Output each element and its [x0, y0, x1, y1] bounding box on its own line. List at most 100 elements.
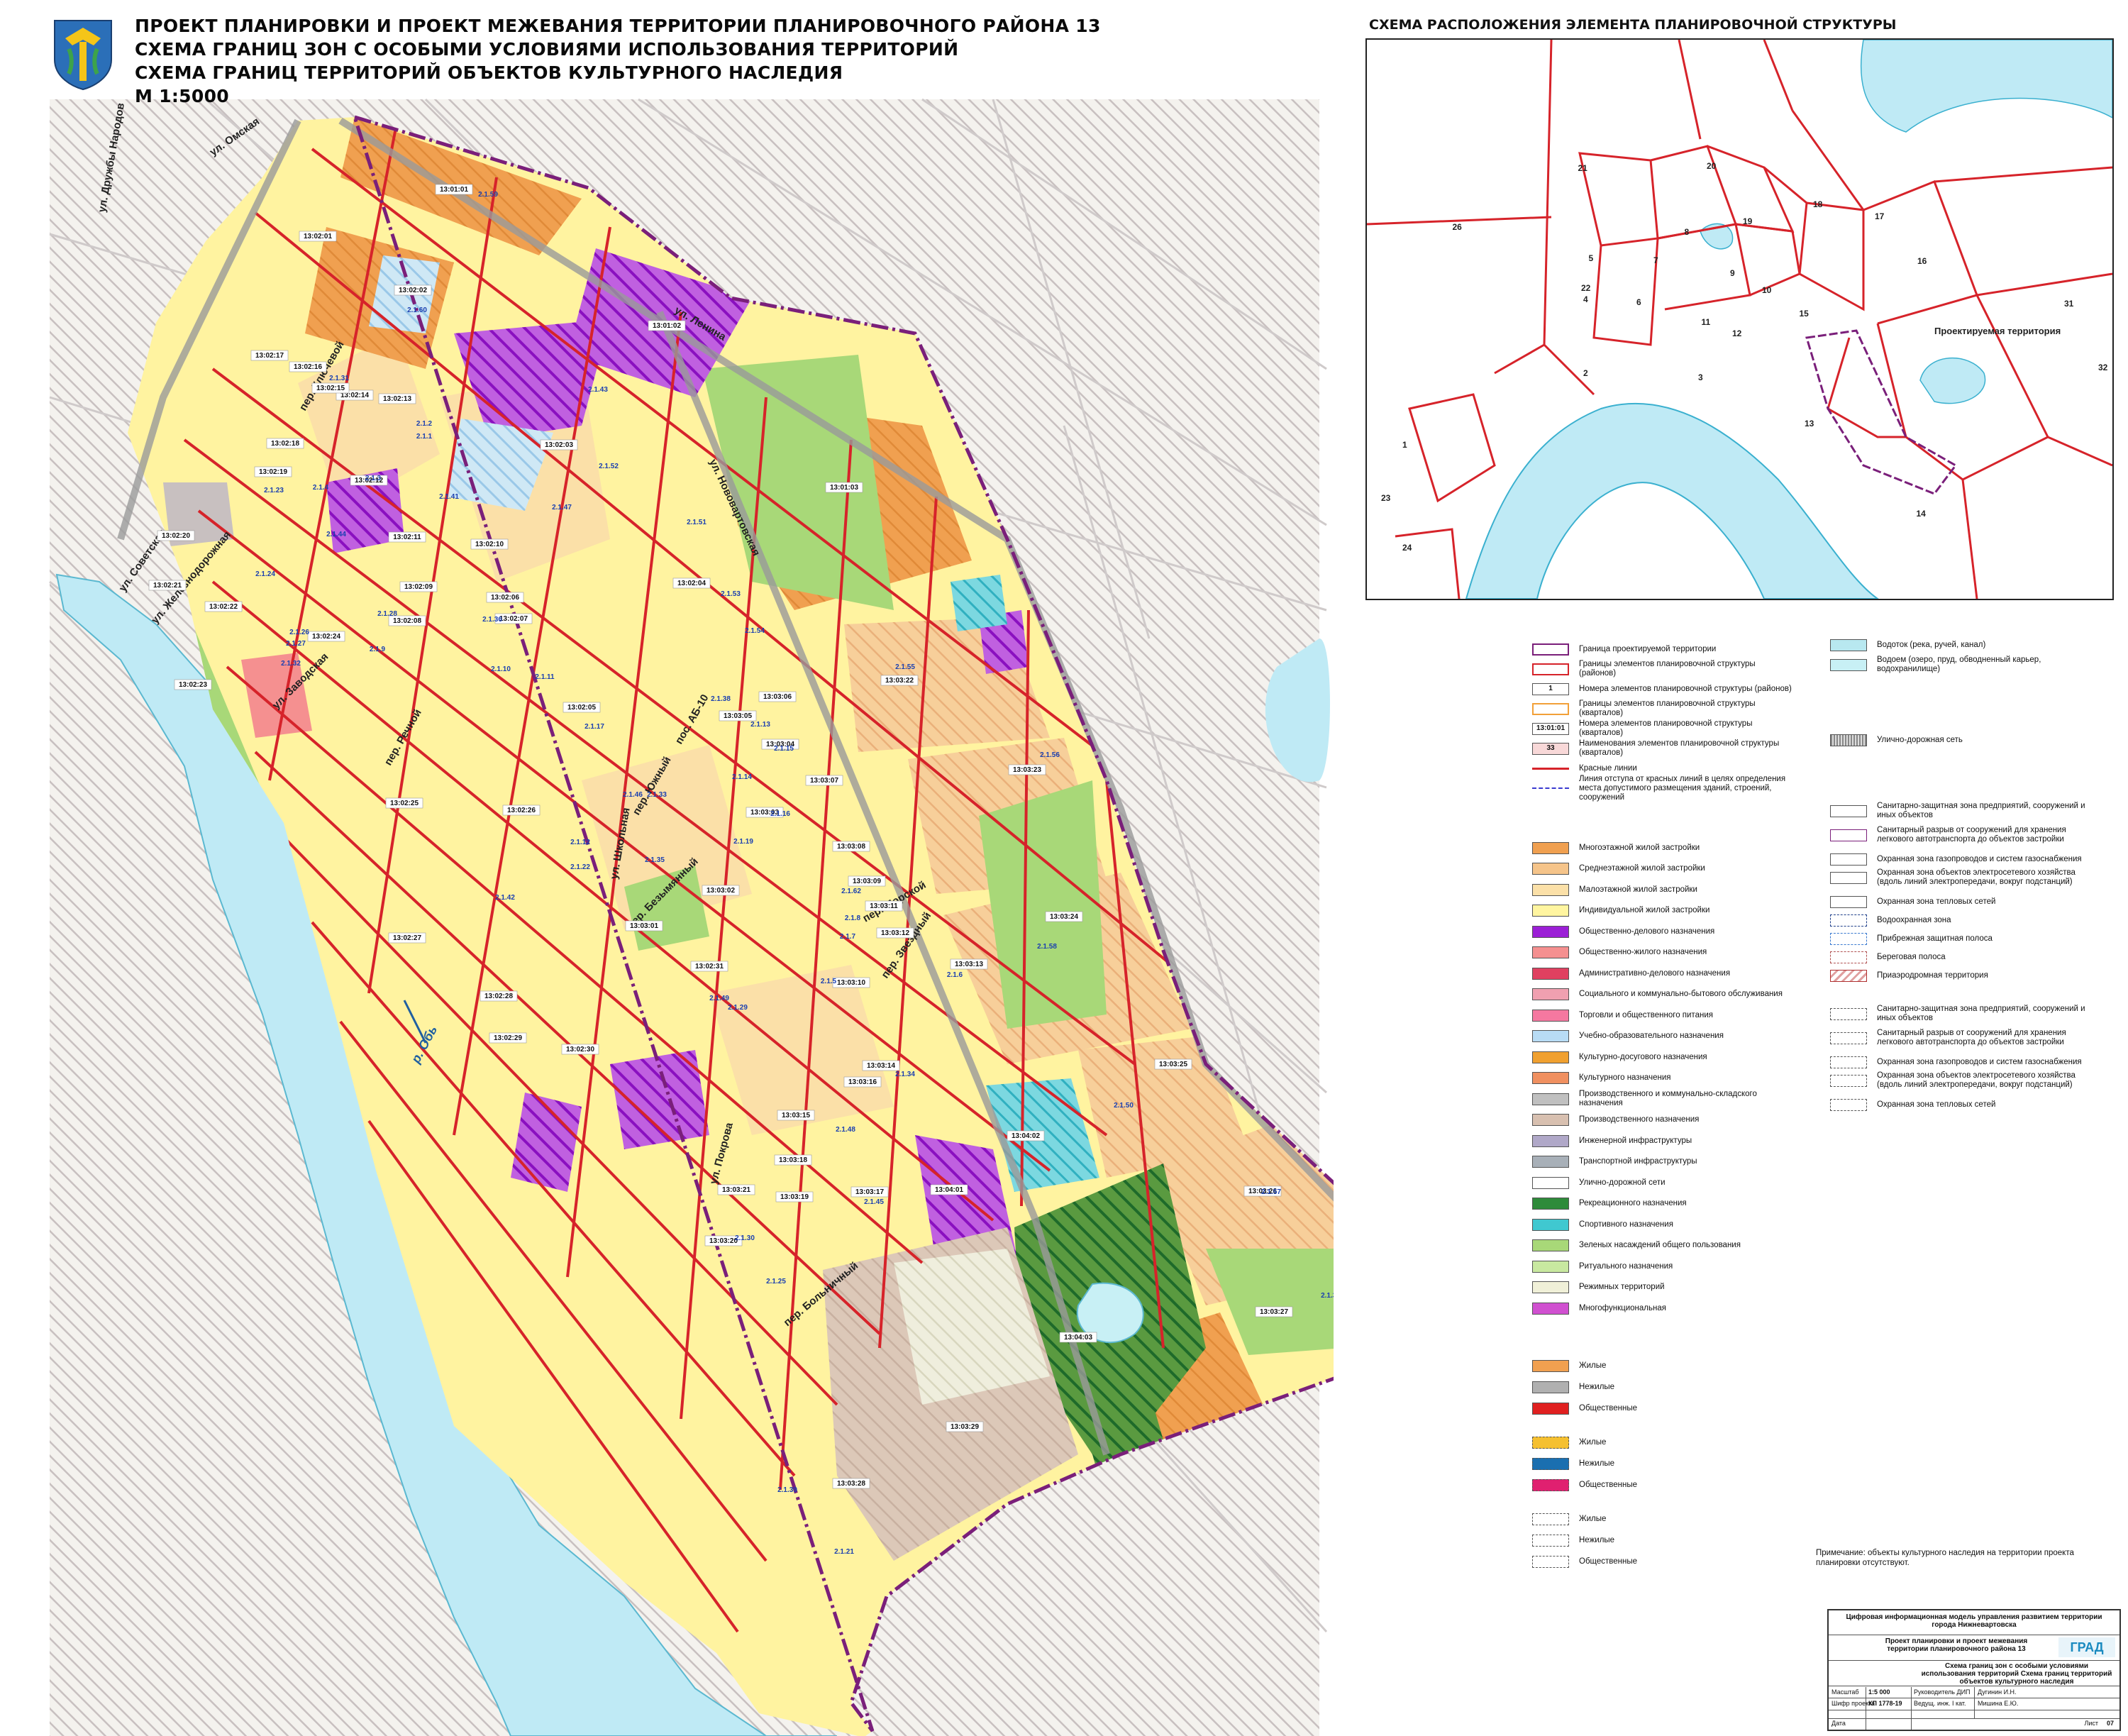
legend-swatch — [1532, 883, 1569, 896]
inset-district-number: 17 — [1875, 211, 1885, 221]
inset-district-number: 8 — [1685, 227, 1690, 237]
legend-swatch — [1532, 841, 1569, 854]
legend-swatch — [1830, 969, 1867, 982]
inset-project-label: Проектируемая территория — [1934, 326, 2061, 336]
block-number-label: 13:03:01 — [630, 922, 658, 930]
zone-number-label: 2.1.43 — [588, 386, 608, 394]
legend-swatch — [1532, 905, 1569, 917]
legend-label: Культурного назначения — [1579, 1073, 1671, 1082]
block-number-label: 13:03:15 — [782, 1112, 810, 1119]
block-number-label: 13:03:07 — [810, 777, 838, 785]
inset-district-number: 11 — [1702, 317, 1711, 327]
legend-item: Рекреационного назначения — [1532, 1196, 1792, 1212]
legend-label: Наименования элементов планировочной стр… — [1579, 739, 1780, 757]
map-scale: М 1:5000 — [135, 86, 229, 106]
block-number-label: 13:02:19 — [259, 468, 287, 476]
inset-district-number: 5 — [1589, 253, 1594, 263]
block-number-label: 13:03:27 — [1260, 1308, 1288, 1316]
inset-title: СХЕМА РАСПОЛОЖЕНИЯ ЭЛЕМЕНТА ПЛАНИРОВОЧНО… — [1369, 17, 1897, 33]
legend-label: Малоэтажной жилой застройки — [1579, 885, 1697, 894]
legend-label: Социального и коммунально-бытового обслу… — [1579, 990, 1783, 998]
block-number-label: 13:02:13 — [383, 395, 411, 403]
legend-swatch — [1532, 1156, 1569, 1168]
legend-item: Охранная зона газопроводов и систем газо… — [1830, 1054, 2090, 1070]
legend-item: Общественные — [1532, 1554, 1792, 1570]
legend-label: Номера элементов планировочной структуры… — [1579, 719, 1753, 737]
zone-number-label: 2.1.22 — [570, 863, 590, 871]
legend-item: Граница проектируемой территории — [1532, 641, 1792, 657]
legend-label: Охранная зона тепловых сетей — [1877, 1100, 1996, 1109]
legend-item: Зеленых насаждений общего пользования — [1532, 1238, 1792, 1254]
block-number-label: 13:03:08 — [837, 843, 865, 851]
inset-district-number: 15 — [1800, 309, 1810, 319]
legend-label: Административно-делового назначения — [1579, 968, 1731, 978]
zone-number-label: 2.1.51 — [687, 519, 706, 526]
main-map[interactable]: ул. Дружбы Народов ул. Омская ул. Ленина… — [0, 0, 1334, 1736]
zone-number-label: 2.1.15 — [774, 745, 794, 753]
zone-number-label: 2.1.53 — [721, 590, 741, 598]
legend-item: Многофункциональная — [1532, 1300, 1792, 1316]
legend-item: Культурно-досугового назначения — [1532, 1049, 1792, 1065]
zone-number-label: 2.1.25 — [766, 1278, 786, 1286]
legend-swatch: 33 — [1532, 742, 1569, 755]
zone-number-label: 2.1.34 — [895, 1071, 915, 1078]
stamp-sheet-value: 07 — [2106, 1720, 2114, 1727]
legend-item: Охранная зона тепловых сетей — [1830, 1097, 2090, 1112]
legend-swatch — [1532, 1479, 1569, 1491]
legend-label: Режимных территорий — [1579, 1283, 1665, 1291]
block-number-label: 13:03:05 — [724, 712, 752, 720]
zone-number-label: 2.1.28 — [377, 610, 397, 618]
zone-number-label: 2.1.41 — [439, 493, 459, 501]
block-number-label: 13:02:20 — [162, 532, 190, 540]
stamp-scale-label: Масштаб — [1831, 1688, 1859, 1696]
legend-item: Жилые — [1532, 1512, 1792, 1527]
zone-number-label: 2.1.38 — [711, 695, 731, 703]
inset-district-number: 6 — [1636, 297, 1641, 307]
legend-label: Индивидуальной жилой застройки — [1579, 906, 1710, 914]
legend-label: Охранная зона объектов электросетевого х… — [1877, 1071, 2076, 1089]
legend-label: Охранная зона объектов электросетевого х… — [1877, 868, 2076, 886]
legend-label: Улично-дорожной сети — [1579, 1178, 1666, 1187]
legend-label: Граница проектируемой территории — [1579, 644, 1717, 653]
legend-swatch — [1532, 1093, 1569, 1105]
inset-district-number: 24 — [1402, 543, 1412, 553]
zone-number-label: 2.1.35 — [645, 856, 665, 864]
legend-item: Границы элементов планировочной структур… — [1532, 700, 1792, 717]
legend-swatch — [1830, 1074, 1867, 1087]
legend-item: Охранная зона газопроводов и систем газо… — [1830, 851, 2090, 867]
legend-label: Жилые — [1579, 1438, 1607, 1447]
note-text: Примечание: объекты культурного наследия… — [1816, 1549, 2074, 1567]
legend-swatch — [1532, 1030, 1569, 1042]
legend-label: Общественные — [1579, 1481, 1638, 1489]
zone-number-label: 2.1.7 — [840, 933, 856, 941]
inset-map[interactable]: 1 2 3 4 5 6 7 8 9 10 11 12 13 14 15 16 17 18 19 20 21 22 23 24 2… — [1365, 38, 2114, 600]
stamp-dev-label: Ведущ. инж. I кат. — [1914, 1700, 1966, 1707]
legend-item: Социального и коммунально-бытового обслу… — [1532, 987, 1792, 1002]
block-number-label: 13:01:03 — [830, 484, 858, 492]
legend-swatch — [1830, 658, 1867, 671]
block-number-label: 13:02:30 — [566, 1046, 594, 1054]
legend-label: Водоохранная зона — [1877, 915, 1951, 924]
zone-number-label: 2.1.10 — [491, 665, 511, 673]
block-number-label: 13:02:08 — [393, 617, 421, 625]
legend-label: Санитарно-защитная зона предприятий, соо… — [1877, 1005, 2085, 1022]
block-number-label: 13:02:15 — [316, 385, 345, 392]
legend-item: Береговая полоса — [1830, 949, 2090, 965]
block-number-label: 13:03:09 — [853, 878, 881, 885]
legend-swatch — [1532, 1556, 1569, 1568]
legend-label: Улично-дорожная сеть — [1877, 735, 1963, 744]
zone-number-label: 2.1.17 — [584, 723, 604, 731]
inset-district-number: 9 — [1730, 268, 1735, 278]
legend-swatch — [1830, 829, 1867, 841]
inset-district-number: 23 — [1381, 493, 1391, 503]
legend-swatch — [1532, 1072, 1569, 1084]
legend-item: Санитарный разрыв от сооружений для хран… — [1830, 826, 2090, 844]
inset-district-number: 4 — [1583, 294, 1588, 304]
legend-swatch — [1532, 1176, 1569, 1189]
legend-item: Торговли и общественного питания — [1532, 1007, 1792, 1023]
legend-item: 13:01:01 Номера элементов планировочной с… — [1532, 719, 1792, 737]
legend-item: Водоток (река, ручей, канал) — [1830, 637, 2090, 653]
legend-item: Линия отступа от красных линий в целях о… — [1532, 775, 1792, 802]
legend-label: Многофункциональная — [1579, 1303, 1666, 1312]
legend-item: Охранная зона тепловых сетей — [1830, 894, 2090, 910]
